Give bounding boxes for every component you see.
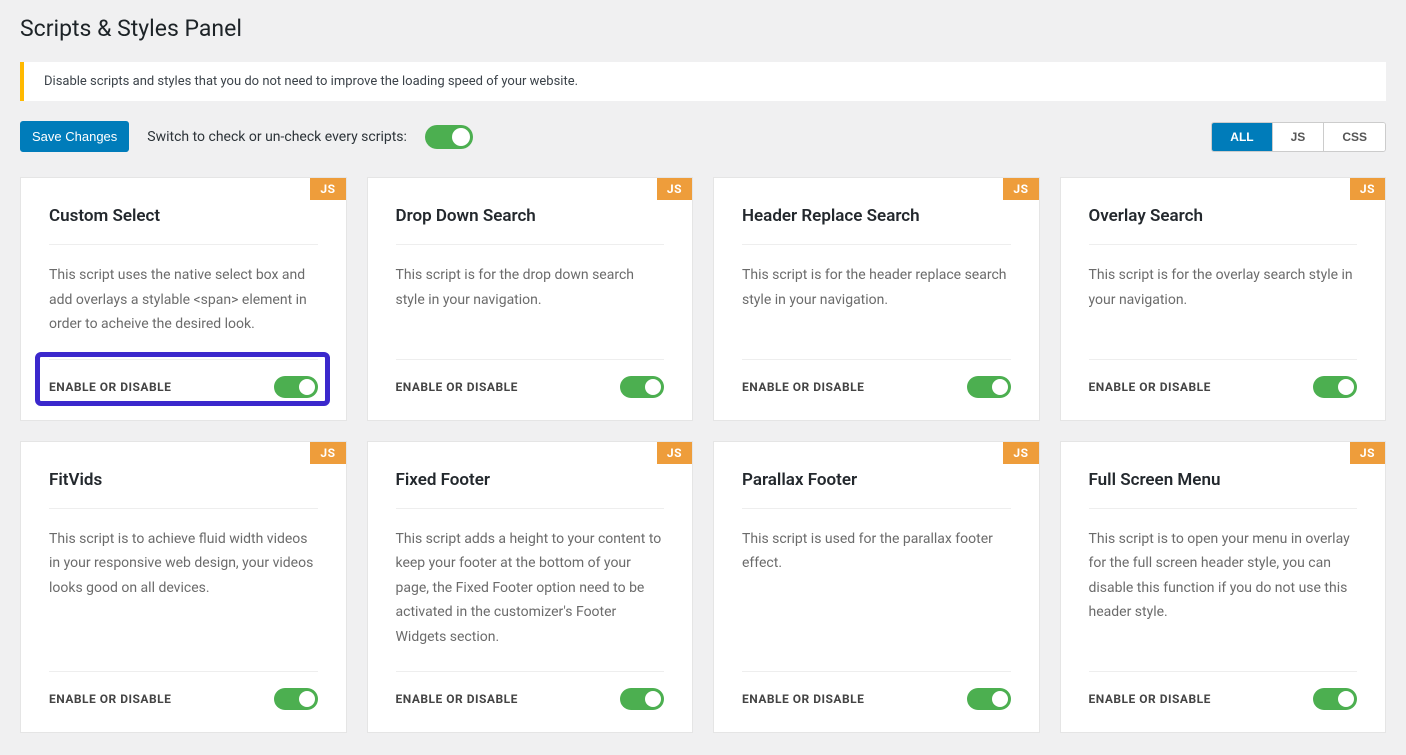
- toolbar: Save Changes Switch to check or un-check…: [20, 121, 1386, 152]
- filter-tab-css[interactable]: CSS: [1324, 123, 1385, 151]
- filter-tab-all[interactable]: ALL: [1212, 123, 1272, 151]
- script-card: JS Drop Down Search This script is for the…: [367, 177, 694, 421]
- script-card-title: Parallax Footer: [742, 470, 1011, 509]
- enable-disable-toggle[interactable]: [620, 688, 664, 710]
- enable-disable-toggle[interactable]: [274, 376, 318, 398]
- enable-disable-toggle[interactable]: [967, 688, 1011, 710]
- notice: Disable scripts and styles that you do n…: [20, 62, 1386, 101]
- switch-all-toggle[interactable]: [425, 125, 473, 149]
- script-card-title: Full Screen Menu: [1089, 470, 1358, 509]
- script-type-badge: JS: [657, 178, 692, 200]
- script-card-description: This script is to open your menu in over…: [1089, 527, 1358, 650]
- script-card-title: Header Replace Search: [742, 206, 1011, 245]
- script-card-description: This script is used for the parallax foo…: [742, 527, 1011, 650]
- script-card-title: Drop Down Search: [396, 206, 665, 245]
- script-card-description: This script is to achieve fluid width vi…: [49, 527, 318, 650]
- script-type-badge: JS: [1003, 178, 1038, 200]
- save-button[interactable]: Save Changes: [20, 121, 129, 152]
- script-card-description: This script is for the overlay search st…: [1089, 263, 1358, 337]
- enable-disable-toggle[interactable]: [274, 688, 318, 710]
- enable-disable-label: ENABLE OR DISABLE: [742, 380, 864, 394]
- script-card-description: This script is for the drop down search …: [396, 263, 665, 337]
- script-card-footer: ENABLE OR DISABLE: [49, 359, 318, 398]
- script-card-footer: ENABLE OR DISABLE: [1089, 671, 1358, 710]
- script-type-badge: JS: [1350, 178, 1385, 200]
- toolbar-left: Save Changes Switch to check or un-check…: [20, 121, 473, 152]
- script-card: JS FitVids This script is to achieve fluid…: [20, 441, 347, 734]
- enable-disable-label: ENABLE OR DISABLE: [396, 380, 518, 394]
- script-card-footer: ENABLE OR DISABLE: [742, 671, 1011, 710]
- page-title: Scripts & Styles Panel: [20, 15, 1386, 42]
- script-card-footer: ENABLE OR DISABLE: [49, 671, 318, 710]
- enable-disable-label: ENABLE OR DISABLE: [1089, 692, 1211, 706]
- enable-disable-label: ENABLE OR DISABLE: [1089, 380, 1211, 394]
- enable-disable-label: ENABLE OR DISABLE: [49, 380, 171, 394]
- script-card-footer: ENABLE OR DISABLE: [1089, 359, 1358, 398]
- enable-disable-label: ENABLE OR DISABLE: [742, 692, 864, 706]
- script-type-badge: JS: [310, 442, 345, 464]
- script-card-footer: ENABLE OR DISABLE: [742, 359, 1011, 398]
- enable-disable-toggle[interactable]: [1313, 688, 1357, 710]
- script-card: JS Overlay Search This script is for the o…: [1060, 177, 1387, 421]
- enable-disable-toggle[interactable]: [620, 376, 664, 398]
- script-type-badge: JS: [1003, 442, 1038, 464]
- script-card-title: Overlay Search: [1089, 206, 1358, 245]
- script-type-badge: JS: [1350, 442, 1385, 464]
- script-card-title: Custom Select: [49, 206, 318, 245]
- filter-tab-js[interactable]: JS: [1273, 123, 1325, 151]
- script-card-description: This script is for the header replace se…: [742, 263, 1011, 337]
- script-card-description: This script uses the native select box a…: [49, 263, 318, 337]
- script-card-title: Fixed Footer: [396, 470, 665, 509]
- script-type-badge: JS: [657, 442, 692, 464]
- script-card: JS Parallax Footer This script is used for…: [713, 441, 1040, 734]
- script-card-title: FitVids: [49, 470, 318, 509]
- enable-disable-label: ENABLE OR DISABLE: [396, 692, 518, 706]
- script-card: JS Header Replace Search This script is fo…: [713, 177, 1040, 421]
- script-card-footer: ENABLE OR DISABLE: [396, 671, 665, 710]
- script-card: JS Full Screen Menu This script is to open…: [1060, 441, 1387, 734]
- script-card: JS Custom Select This script uses the nati…: [20, 177, 347, 421]
- filter-tabs: ALL JS CSS: [1211, 122, 1386, 152]
- script-card-footer: ENABLE OR DISABLE: [396, 359, 665, 398]
- enable-disable-toggle[interactable]: [967, 376, 1011, 398]
- enable-disable-label: ENABLE OR DISABLE: [49, 692, 171, 706]
- script-card-description: This script adds a height to your conten…: [396, 527, 665, 650]
- enable-disable-toggle[interactable]: [1313, 376, 1357, 398]
- script-card: JS Fixed Footer This script adds a height …: [367, 441, 694, 734]
- cards-grid: JS Custom Select This script uses the nati…: [20, 177, 1386, 733]
- switch-all-label: Switch to check or un-check every script…: [147, 129, 407, 145]
- script-type-badge: JS: [310, 178, 345, 200]
